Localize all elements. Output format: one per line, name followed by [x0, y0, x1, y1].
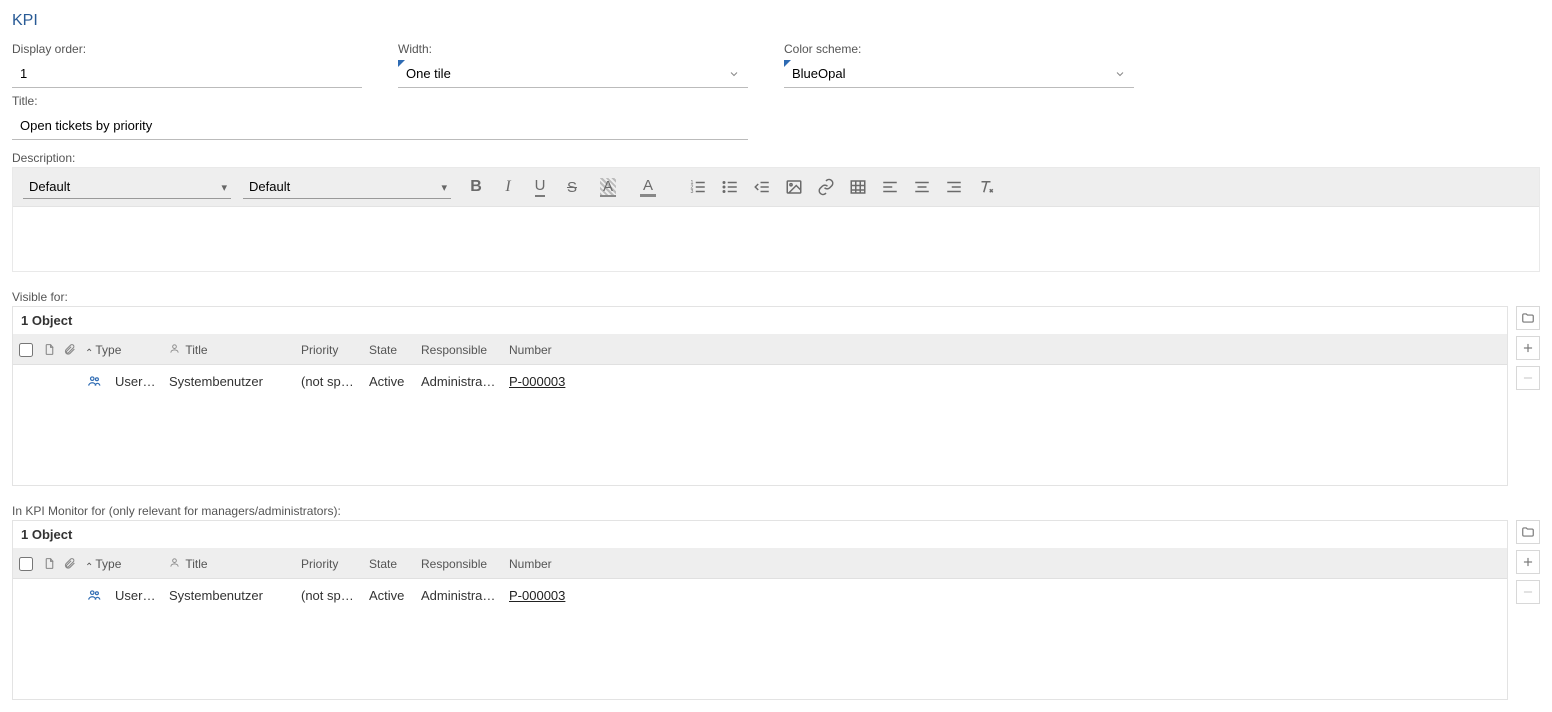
- select-all-checkbox[interactable]: [19, 343, 33, 357]
- attachment-column-icon[interactable]: [59, 557, 79, 570]
- col-title-text: Title: [185, 343, 207, 357]
- cell-number-link[interactable]: P-000003: [509, 374, 565, 389]
- title-field: Title:: [12, 94, 748, 140]
- color-scheme-label: Color scheme:: [784, 42, 1134, 56]
- col-responsible[interactable]: Responsible: [415, 557, 503, 571]
- title-label: Title:: [12, 94, 748, 108]
- color-scheme-field: Color scheme:: [784, 42, 1134, 88]
- align-right-button[interactable]: [941, 174, 967, 200]
- col-priority[interactable]: Priority: [295, 557, 363, 571]
- open-folder-button[interactable]: [1516, 520, 1540, 544]
- strikethrough-button[interactable]: S: [559, 174, 585, 200]
- col-title[interactable]: Title: [163, 557, 295, 571]
- page-title: KPI: [12, 12, 1540, 30]
- underline-button[interactable]: U: [527, 174, 553, 200]
- kpi-monitor-for-summary: 1 Object: [13, 521, 1507, 549]
- attachment-column-icon[interactable]: [59, 343, 79, 356]
- col-responsible[interactable]: Responsible: [415, 343, 503, 357]
- cell-title: Systembenutzer: [163, 588, 295, 603]
- ordered-list-button[interactable]: 123: [685, 174, 711, 200]
- cell-state: Active: [363, 588, 415, 603]
- add-button[interactable]: [1516, 550, 1540, 574]
- description-content[interactable]: [13, 207, 1539, 271]
- width-required-indicator: [398, 60, 405, 67]
- visible-for-summary: 1 Object: [13, 307, 1507, 335]
- display-order-label: Display order:: [12, 42, 362, 56]
- usergroup-icon: [79, 588, 109, 602]
- grid-header: Type Title Priority State Responsible Nu…: [13, 335, 1507, 365]
- editor-toolbar: ▾ ▾ B I U S A A 123: [13, 168, 1539, 207]
- insert-table-button[interactable]: [845, 174, 871, 200]
- display-order-field: Display order:: [12, 42, 362, 88]
- font-size-select[interactable]: [243, 175, 451, 199]
- col-type[interactable]: Type: [79, 343, 163, 357]
- width-label: Width:: [398, 42, 748, 56]
- open-folder-button[interactable]: [1516, 306, 1540, 330]
- kpi-monitor-for-label: In KPI Monitor for (only relevant for ma…: [12, 504, 1540, 518]
- usergroup-icon: [79, 374, 109, 388]
- cell-state: Active: [363, 374, 415, 389]
- cell-number-link[interactable]: P-000003: [509, 588, 565, 603]
- col-title[interactable]: Title: [163, 343, 295, 357]
- visible-for-grid: 1 Object Type Title Priority State Respo…: [12, 306, 1508, 486]
- svg-text:3: 3: [691, 189, 694, 195]
- description-editor: ▾ ▾ B I U S A A 123: [12, 167, 1540, 272]
- person-icon: [169, 557, 183, 571]
- remove-button[interactable]: [1516, 366, 1540, 390]
- cell-responsible: Administratio...: [415, 588, 503, 603]
- add-button[interactable]: [1516, 336, 1540, 360]
- remove-button[interactable]: [1516, 580, 1540, 604]
- kpi-monitor-for-grid: 1 Object Type Title Priority State Respo…: [12, 520, 1508, 700]
- grid-header: Type Title Priority State Responsible Nu…: [13, 549, 1507, 579]
- select-all-checkbox[interactable]: [19, 557, 33, 571]
- unordered-list-button[interactable]: [717, 174, 743, 200]
- align-center-button[interactable]: [909, 174, 935, 200]
- color-scheme-required-indicator: [784, 60, 791, 67]
- text-color-button[interactable]: A: [631, 174, 665, 200]
- cell-type: User group: [109, 588, 163, 603]
- display-order-input[interactable]: [12, 60, 362, 88]
- table-row[interactable]: User group Systembenutzer (not spec... A…: [13, 579, 1507, 611]
- col-number[interactable]: Number: [503, 557, 603, 571]
- font-family-select[interactable]: [23, 175, 231, 199]
- insert-image-button[interactable]: [781, 174, 807, 200]
- insert-link-button[interactable]: [813, 174, 839, 200]
- title-input[interactable]: [12, 112, 748, 140]
- cell-priority: (not spec...: [295, 588, 363, 603]
- col-title-text: Title: [185, 557, 207, 571]
- background-color-button[interactable]: A: [591, 174, 625, 200]
- document-column-icon[interactable]: [39, 343, 59, 356]
- col-type[interactable]: Type: [79, 557, 163, 571]
- align-left-button[interactable]: [877, 174, 903, 200]
- italic-button[interactable]: I: [495, 174, 521, 200]
- outdent-button[interactable]: [749, 174, 775, 200]
- table-row[interactable]: User group Systembenutzer (not spec... A…: [13, 365, 1507, 397]
- person-icon: [169, 343, 183, 357]
- color-scheme-select[interactable]: [784, 60, 1134, 88]
- col-state[interactable]: State: [363, 343, 415, 357]
- col-state[interactable]: State: [363, 557, 415, 571]
- cell-responsible: Administratio...: [415, 374, 503, 389]
- document-column-icon[interactable]: [39, 557, 59, 570]
- clear-formatting-button[interactable]: [973, 174, 999, 200]
- visible-for-label: Visible for:: [12, 290, 1540, 304]
- width-field: Width:: [398, 42, 748, 88]
- cell-priority: (not spec...: [295, 374, 363, 389]
- cell-title: Systembenutzer: [163, 374, 295, 389]
- description-label: Description:: [12, 151, 75, 165]
- col-number[interactable]: Number: [503, 343, 603, 357]
- bold-button[interactable]: B: [463, 174, 489, 200]
- cell-type: User group: [109, 374, 163, 389]
- col-priority[interactable]: Priority: [295, 343, 363, 357]
- width-select[interactable]: [398, 60, 748, 88]
